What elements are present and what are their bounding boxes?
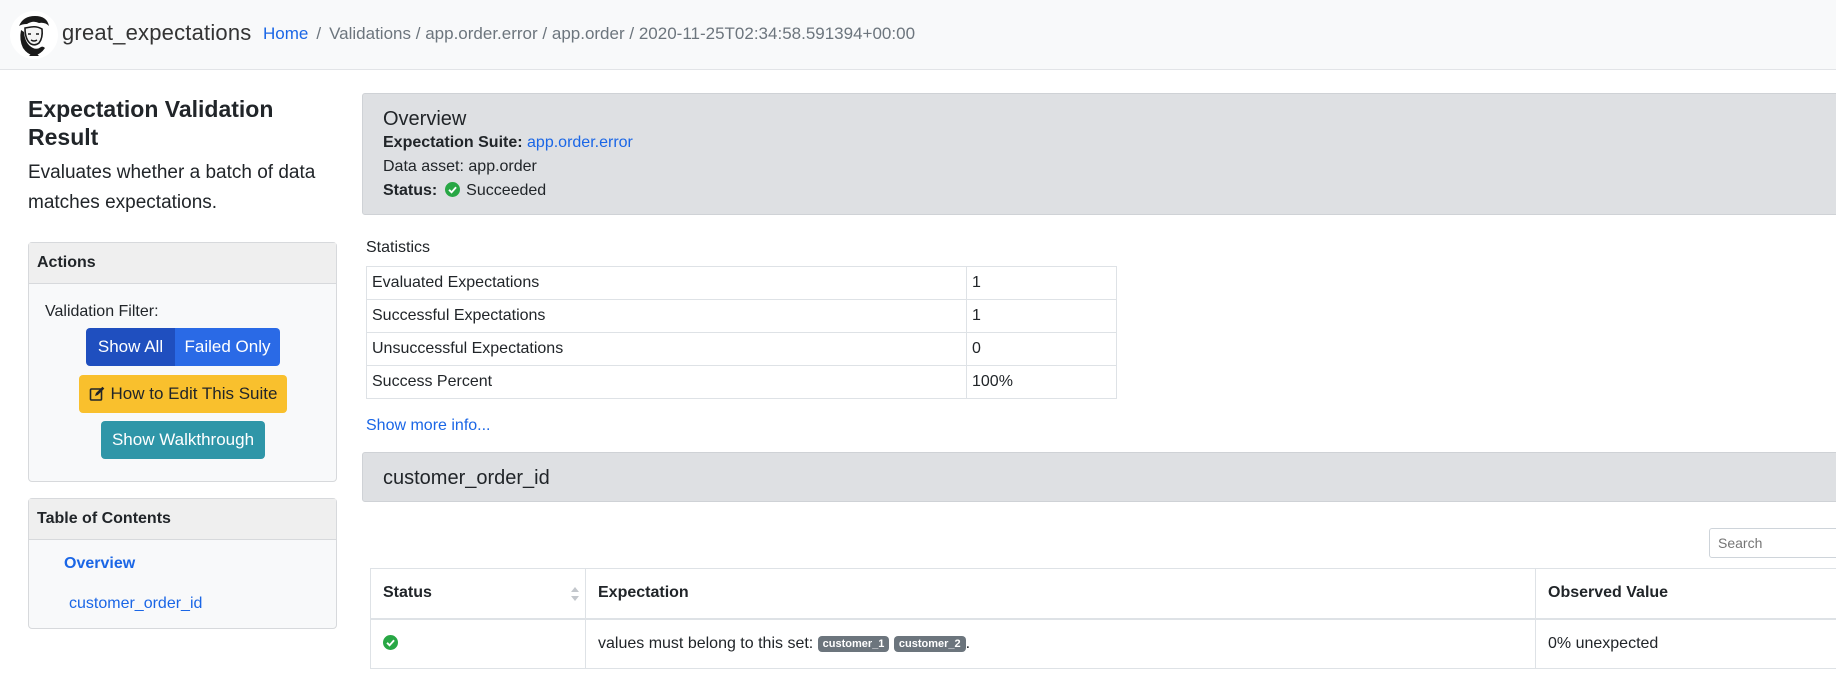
toc-item-customer-order-id[interactable]: customer_order_id (69, 595, 202, 613)
status-value: Succeeded (466, 182, 547, 199)
expectation-cell: values must belong to this set: customer… (585, 618, 1536, 669)
asset-value: app.order (468, 158, 537, 175)
breadcrumb-separator: / (415, 24, 421, 43)
expectation-text: values must belong to this set: (598, 634, 818, 652)
stat-label: Success Percent (366, 365, 967, 399)
table-row: Unsuccessful Expectations 0 (366, 332, 1117, 366)
how-to-edit-suite-button[interactable]: How to Edit This Suite (79, 375, 287, 413)
observed-value-column-header[interactable]: Observed Value (1535, 568, 1836, 620)
validation-filter-group: Show All Failed Only (86, 328, 280, 366)
table-row: Evaluated Expectations 1 (366, 266, 1117, 300)
value-badge: customer_1 (817, 635, 890, 652)
stat-value: 1 (966, 266, 1117, 300)
table-row: Successful Expectations 1 (366, 299, 1117, 333)
toc-card-header: Table of Contents (29, 499, 336, 540)
stat-value: 100% (966, 365, 1117, 399)
breadcrumb-suite: app.order.error (425, 24, 538, 43)
breadcrumb: Home / Validations / app.order.error / app… (263, 24, 915, 44)
stat-value: 1 (966, 299, 1117, 333)
how-to-edit-suite-label: How to Edit This Suite (110, 384, 278, 403)
validation-filter-label: Validation Filter: (45, 303, 159, 320)
statistics-table: Evaluated Expectations 1 Successful Expe… (366, 266, 1117, 399)
show-more-info-link[interactable]: Show more info... (366, 417, 491, 435)
column-title: customer_order_id (383, 467, 550, 489)
asset-label: Data asset: (383, 158, 464, 175)
suite-link[interactable]: app.order.error (527, 134, 633, 151)
statistics-title: Statistics (366, 239, 431, 256)
overview-title: Overview (383, 108, 467, 130)
actions-card-header: Actions (29, 243, 336, 284)
column-section-header: customer_order_id (362, 452, 1836, 502)
success-check-icon (383, 634, 398, 650)
stat-label: Unsuccessful Expectations (366, 332, 967, 366)
success-check-icon (444, 182, 460, 197)
table-row: Success Percent 100% (366, 365, 1117, 399)
status-label: Status: (383, 182, 438, 199)
search-input[interactable] (1709, 528, 1836, 558)
breadcrumb-home-link[interactable]: Home (263, 24, 308, 43)
expectation-suffix: . (965, 634, 971, 652)
expectation-suite-line: Expectation Suite: app.order.error (383, 134, 633, 152)
breadcrumb-separator: / (542, 24, 548, 43)
page-description: Evaluates whether a batch of data matche… (28, 162, 316, 213)
sort-icon (571, 587, 579, 601)
failed-only-button[interactable]: Failed Only (175, 328, 280, 366)
top-navbar: great_expectations Home / Validations / ap… (0, 0, 1836, 70)
overview-panel: Overview Expectation Suite: app.order.er… (362, 93, 1836, 215)
breadcrumb-separator: / (629, 24, 635, 43)
toc-item-overview[interactable]: Overview (64, 555, 135, 573)
table-of-contents-card: Table of Contents Overview customer_orde… (28, 498, 337, 629)
breadcrumb-validations: Validations (329, 24, 411, 43)
stat-label: Successful Expectations (366, 299, 967, 333)
page-title: Expectation Validation Result (28, 96, 274, 150)
table-header-row: Status Expectation Observed Value (370, 568, 1836, 620)
show-walkthrough-button[interactable]: Show Walkthrough (101, 421, 265, 459)
breadcrumb-run: 2020-11-25T02:34:58.591394+00:00 (638, 24, 916, 43)
edit-icon (89, 386, 104, 401)
status-line: Status: Succeeded (383, 182, 546, 200)
expectation-column-header[interactable]: Expectation (585, 568, 1536, 620)
observed-value-cell: 0% unexpected (1535, 618, 1836, 669)
brand-name: great_expectations (62, 20, 252, 45)
breadcrumb-asset: app.order (551, 24, 625, 43)
stat-label: Evaluated Expectations (366, 266, 967, 300)
data-asset-line: Data asset: app.order (383, 158, 537, 176)
value-badge: customer_2 (893, 635, 966, 652)
great-expectations-logo-icon[interactable] (9, 10, 59, 60)
breadcrumb-separator: / (316, 24, 322, 43)
expectations-table: Status Expectation Observed Value values… (370, 568, 1836, 669)
status-header-label: Status (383, 584, 432, 602)
stat-value: 0 (966, 332, 1117, 366)
status-column-header[interactable]: Status (370, 568, 586, 620)
suite-label: Expectation Suite: (383, 134, 523, 151)
status-cell (370, 618, 586, 669)
show-all-button[interactable]: Show All (86, 328, 175, 366)
table-row: values must belong to this set: customer… (370, 618, 1836, 669)
actions-card: Actions Validation Filter: Show All Fail… (28, 242, 337, 482)
